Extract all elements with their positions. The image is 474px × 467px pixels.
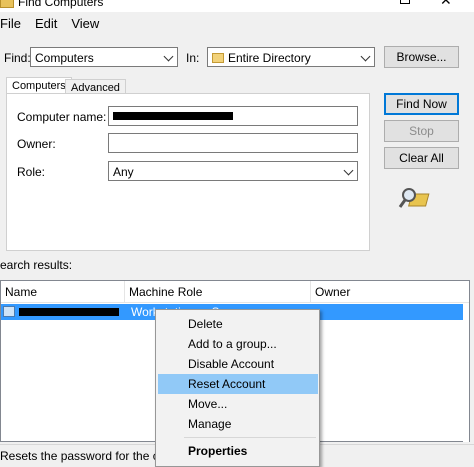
minimize-button[interactable] bbox=[356, 0, 368, 6]
clear-all-button[interactable]: Clear All bbox=[384, 147, 459, 169]
context-menu-manage[interactable]: Manage bbox=[158, 414, 318, 434]
vertical-scrollbar[interactable] bbox=[463, 304, 469, 442]
in-scope-value: Entire Directory bbox=[228, 51, 311, 65]
magnifier-search-icon bbox=[398, 188, 430, 208]
menu-view[interactable]: View bbox=[71, 16, 99, 36]
menu-file[interactable]: File bbox=[0, 16, 21, 36]
stop-button[interactable]: Stop bbox=[384, 120, 459, 142]
close-button[interactable]: ✕ bbox=[440, 0, 452, 7]
find-type-select[interactable]: Computers bbox=[30, 47, 178, 67]
context-menu-move[interactable]: Move... bbox=[158, 394, 318, 414]
context-menu-delete[interactable]: Delete bbox=[158, 314, 318, 334]
in-scope-select[interactable]: Entire Directory bbox=[207, 47, 375, 67]
menu-separator bbox=[184, 437, 316, 438]
title-bar: Find Computers ✕ bbox=[0, 0, 474, 12]
find-now-button[interactable]: Find Now bbox=[384, 93, 459, 115]
column-header-machine-role[interactable]: Machine Role bbox=[125, 281, 311, 303]
chevron-down-icon bbox=[343, 165, 354, 176]
context-menu-reset-account[interactable]: Reset Account bbox=[158, 374, 318, 394]
tab-advanced[interactable]: Advanced bbox=[65, 79, 126, 94]
search-results-label: earch results: bbox=[0, 258, 73, 272]
window-title: Find Computers bbox=[18, 0, 104, 9]
column-header-name[interactable]: Name bbox=[1, 281, 125, 303]
computer-name-label: Computer name: bbox=[17, 110, 107, 124]
chevron-down-icon bbox=[360, 51, 371, 62]
role-label: Role: bbox=[17, 165, 46, 179]
browse-button[interactable]: Browse... bbox=[384, 46, 459, 68]
maximize-button[interactable] bbox=[400, 0, 410, 4]
context-menu-disable-account[interactable]: Disable Account bbox=[158, 354, 318, 374]
owner-label: Owner: bbox=[17, 137, 56, 151]
menu-edit[interactable]: Edit bbox=[35, 16, 57, 36]
in-label: In: bbox=[186, 51, 200, 65]
find-label: Find: bbox=[4, 51, 31, 65]
computer-name-field[interactable] bbox=[108, 106, 358, 126]
chevron-down-icon bbox=[163, 51, 174, 62]
context-menu-add-to-group[interactable]: Add to a group... bbox=[158, 334, 318, 354]
redacted-text bbox=[19, 308, 119, 316]
role-value: Any bbox=[113, 165, 134, 179]
role-select[interactable]: Any bbox=[108, 161, 358, 181]
redacted-text bbox=[113, 112, 233, 120]
results-header: Name Machine Role Owner bbox=[1, 281, 469, 303]
tab-computers[interactable]: Computers bbox=[6, 77, 72, 94]
find-type-value: Computers bbox=[35, 51, 94, 65]
owner-field[interactable] bbox=[108, 133, 358, 153]
column-header-owner[interactable]: Owner bbox=[311, 281, 469, 303]
context-menu: Delete Add to a group... Disable Account… bbox=[155, 309, 320, 467]
find-computers-icon bbox=[0, 0, 14, 8]
context-menu-properties[interactable]: Properties bbox=[158, 441, 318, 461]
computer-icon bbox=[3, 306, 15, 317]
folder-icon bbox=[212, 53, 224, 63]
menu-bar: File Edit View bbox=[0, 16, 99, 36]
